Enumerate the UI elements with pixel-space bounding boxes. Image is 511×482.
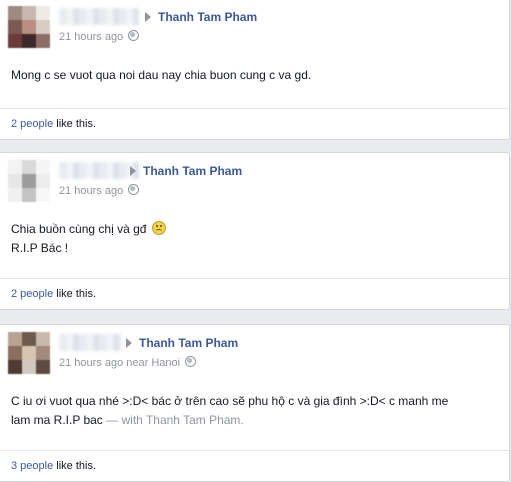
globe-icon[interactable] [128,30,140,41]
post-text-line: lam ma R.I.P bac — with Thanh Tam Pham. [11,411,499,430]
arrow-right-icon [126,338,132,348]
location-link[interactable]: near Hanoi [126,357,180,369]
post-meta: 21 hours ago near Hanoi [59,356,197,369]
arrow-right-icon [130,166,136,176]
post-text-line: C iu ơi vuot qua nhé >:D< bác ở trên cao… [11,394,449,408]
likes-summary: 3 people like this. [11,460,96,472]
post-text-line: Chia buồn cùng chị và gđ [11,220,499,239]
post: Thanh Tam Pham 21 hours ago near Hanoi C… [0,324,510,482]
post-header: Thanh Tam Pham 21 hours ago near Hanoi [0,325,509,374]
target-profile-link[interactable]: Thanh Tam Pham [143,164,242,178]
likes-summary: 2 people like this. [11,118,96,130]
globe-icon[interactable] [128,184,140,195]
tagged-friend-link[interactable]: Thanh Tam Pham. [146,413,244,427]
timestamp[interactable]: 21 hours ago [59,31,123,43]
avatar[interactable] [8,332,50,374]
post-meta: 21 hours ago [59,184,140,197]
post-body: C iu ơi vuot qua nhé >:D< bác ở trên cao… [11,392,499,430]
likes-count-link[interactable]: 2 people [11,118,53,130]
author-name-blurred[interactable] [59,162,139,179]
arrow-right-icon [145,12,151,22]
post-text: lam ma R.I.P bac [11,413,103,427]
target-profile-link[interactable]: Thanh Tam Pham [158,10,257,24]
post-text: Chia buồn cùng chị và gđ [11,222,147,236]
post: Thanh Tam Pham 21 hours ago Mong c se vu… [0,0,510,140]
likes-bar: 2 people like this. [0,278,509,309]
likes-bar: 2 people like this. [0,108,509,139]
post-body: Mong c se vuot qua noi dau nay chia buon… [11,66,499,85]
post-text-line: R.I.P Bác ! [11,241,69,255]
likes-suffix: like this. [53,460,97,472]
post-meta: 21 hours ago [59,30,140,43]
avatar[interactable] [8,6,50,48]
avatar[interactable] [8,160,50,202]
timestamp[interactable]: 21 hours ago [59,357,123,369]
sad-face-icon [151,221,166,235]
likes-count-link[interactable]: 3 people [11,460,53,472]
likes-bar: 3 people like this. [0,450,509,481]
post-header: Thanh Tam Pham 21 hours ago [0,0,509,48]
globe-icon[interactable] [185,356,197,367]
likes-suffix: like this. [53,288,97,300]
likes-count-link[interactable]: 2 people [11,288,53,300]
with-prefix: — with [102,413,146,427]
post-header: Thanh Tam Pham 21 hours ago [0,153,509,202]
author-name-blurred[interactable] [59,334,121,351]
post-text-line: Mong c se vuot qua noi dau nay chia buon… [11,68,312,82]
post: Thanh Tam Pham 21 hours ago Chia buồn cù… [0,152,510,310]
target-profile-link[interactable]: Thanh Tam Pham [139,336,238,350]
post-body: Chia buồn cùng chị và gđ R.I.P Bác ! [11,220,499,258]
timestamp[interactable]: 21 hours ago [59,185,123,197]
likes-summary: 2 people like this. [11,288,96,300]
author-name-blurred[interactable] [59,8,139,25]
likes-suffix: like this. [53,118,97,130]
